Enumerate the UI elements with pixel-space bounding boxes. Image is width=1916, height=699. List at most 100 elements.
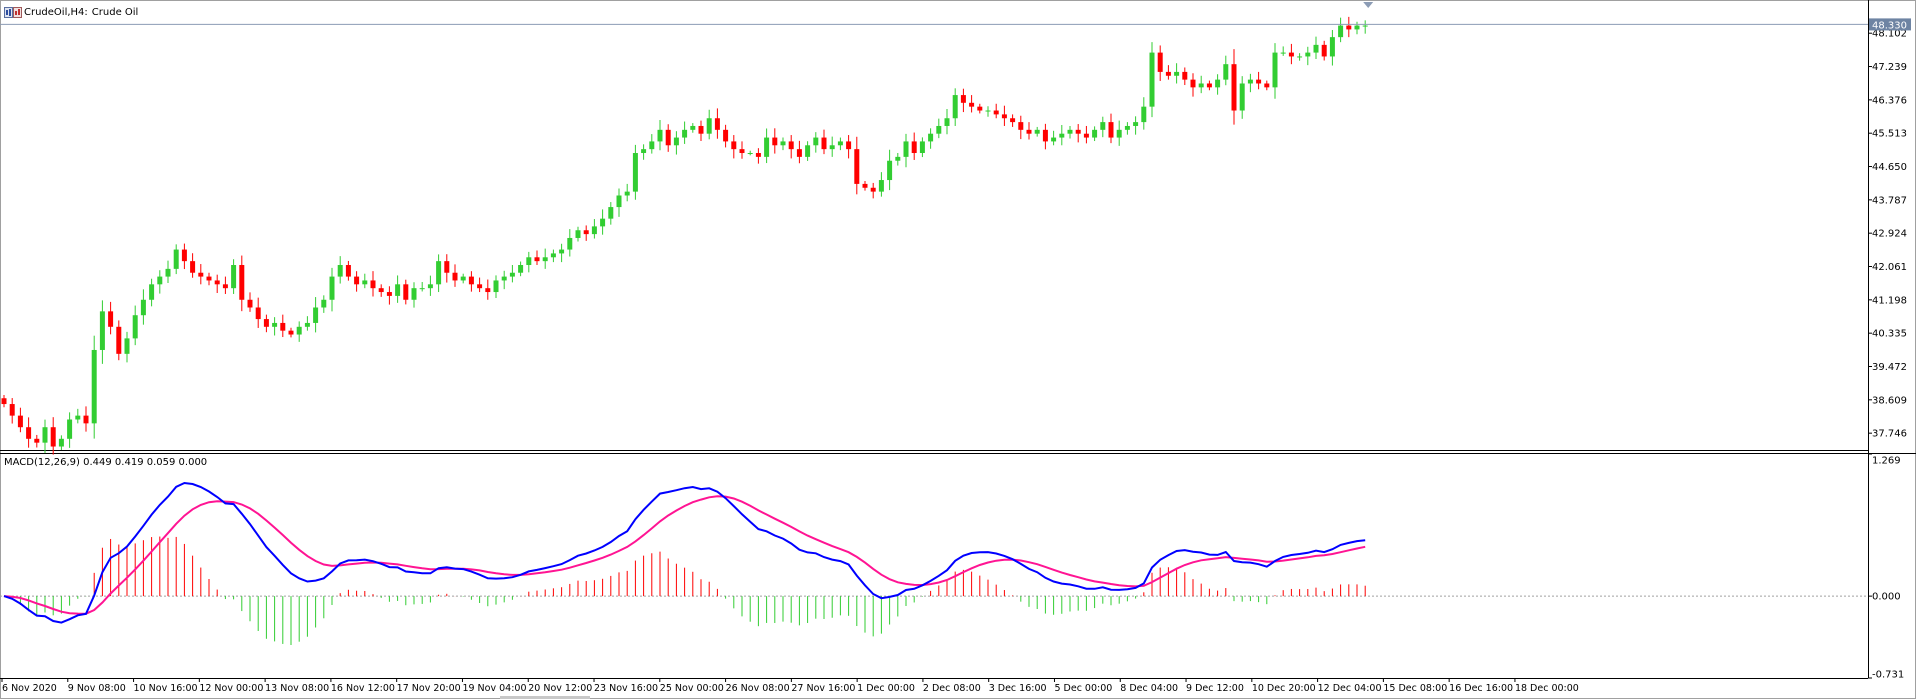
candle-body — [50, 427, 56, 447]
candle-body — [436, 261, 442, 285]
candle-body — [75, 415, 81, 420]
candle-body — [1133, 122, 1139, 126]
candle-body — [1010, 118, 1016, 123]
candle-body — [1215, 79, 1221, 88]
candle-body — [206, 276, 212, 281]
candle-body — [952, 95, 958, 119]
time-tick-label: 12 Nov 00:00 — [199, 683, 263, 694]
candle-body — [181, 249, 187, 262]
candle-body — [1272, 52, 1278, 88]
candle-body — [632, 153, 638, 192]
time-tick-label: 10 Dec 20:00 — [1252, 683, 1316, 694]
candle-body — [395, 284, 401, 296]
candle-body — [698, 125, 704, 134]
candle-body — [1198, 83, 1204, 88]
time-axis: 6 Nov 2020 9 Nov 08:00 10 Nov 16:00 12 Nov … — [1, 678, 1579, 694]
candle-body — [58, 438, 64, 447]
candle-body — [419, 288, 425, 290]
price-tick-label: 41.198 — [1872, 295, 1907, 306]
candle-body — [304, 322, 310, 327]
candle-body — [805, 145, 811, 157]
candle-body — [26, 427, 32, 439]
candle-body — [1182, 71, 1188, 80]
candle-body — [190, 261, 196, 273]
candle-body — [870, 187, 876, 192]
candle-body — [575, 230, 581, 238]
candle-body — [993, 110, 999, 115]
candle-body — [34, 438, 40, 443]
candle-body — [534, 257, 540, 262]
candle-body — [608, 207, 614, 219]
candle-body — [42, 427, 48, 443]
candle-body — [1157, 52, 1163, 72]
price-tick-label: 43.787 — [1872, 195, 1907, 206]
time-tick-label: 16 Nov 12:00 — [331, 683, 395, 694]
candle-body — [321, 299, 327, 308]
candle-body — [149, 284, 155, 300]
price-axis: 48.10247.23946.37645.51344.65043.78742.9… — [1868, 29, 1907, 440]
price-tick-label: 40.335 — [1872, 329, 1907, 340]
time-tick-label: 5 Dec 00:00 — [1054, 683, 1112, 694]
candle-body — [116, 326, 122, 354]
candle-body — [354, 276, 360, 285]
candle-body — [1108, 122, 1114, 138]
shift-marker-icon[interactable] — [1363, 2, 1374, 8]
candle-body — [1206, 83, 1212, 88]
macd-axis: 1.269 0.000 -0.731 — [1868, 453, 1904, 681]
time-tick-label: 27 Nov 16:00 — [791, 683, 855, 694]
candle-body — [772, 137, 778, 146]
candle-body — [378, 288, 384, 293]
candle-body — [1280, 52, 1286, 54]
candle-body — [649, 141, 655, 150]
time-tick-label: 3 Dec 16:00 — [989, 683, 1047, 694]
candle-body — [83, 415, 89, 424]
candle-body — [1001, 114, 1007, 119]
candle-body — [468, 276, 474, 285]
candle-body — [239, 265, 245, 300]
candle-body — [821, 137, 827, 150]
candle-body — [1239, 83, 1245, 111]
candle-body — [591, 226, 597, 235]
candle-body — [345, 265, 351, 277]
candle-body — [731, 141, 737, 150]
candle-body — [1067, 129, 1073, 134]
time-tick-label: 23 Nov 16:00 — [594, 683, 658, 694]
candle-body — [288, 330, 294, 335]
candle-body — [887, 160, 893, 181]
macd-tick-label: 1.269 — [1872, 456, 1901, 467]
price-tick-label: 42.061 — [1872, 262, 1907, 273]
candle-body — [878, 180, 884, 192]
candle-body — [427, 284, 433, 289]
candle-body — [977, 106, 983, 111]
candle-body — [1223, 64, 1229, 80]
candle-body — [985, 110, 991, 112]
candle-body — [641, 149, 647, 154]
candle-body — [1165, 71, 1171, 76]
candle-body — [944, 118, 950, 126]
candle-body — [403, 284, 409, 300]
candle-body — [747, 153, 753, 155]
candle-body — [1321, 44, 1327, 57]
candle-body — [624, 191, 630, 196]
candle-body — [173, 249, 179, 269]
time-tick-label: 20 Nov 12:00 — [528, 683, 592, 694]
time-tick-label: 13 Nov 08:00 — [265, 683, 329, 694]
candle-body — [764, 137, 770, 157]
candle-body — [67, 419, 73, 439]
chart-canvas[interactable]: 48.10247.23946.37645.51344.65043.78742.9… — [0, 0, 1916, 699]
macd-tick-label: -0.731 — [1872, 670, 1904, 681]
candle-body — [657, 129, 663, 142]
candle-body — [723, 129, 729, 142]
candle-body — [829, 145, 835, 150]
candle-body — [559, 249, 565, 254]
candle-body — [1100, 122, 1106, 130]
candle-body — [1034, 129, 1040, 134]
candle-body — [755, 153, 761, 157]
candle-body — [813, 137, 819, 146]
price-tick-label: 45.513 — [1872, 129, 1907, 140]
candle-body — [132, 315, 138, 339]
candle-body — [17, 415, 23, 428]
candle-body — [1, 398, 7, 405]
candle-body — [780, 141, 786, 146]
candle-body — [665, 129, 671, 146]
